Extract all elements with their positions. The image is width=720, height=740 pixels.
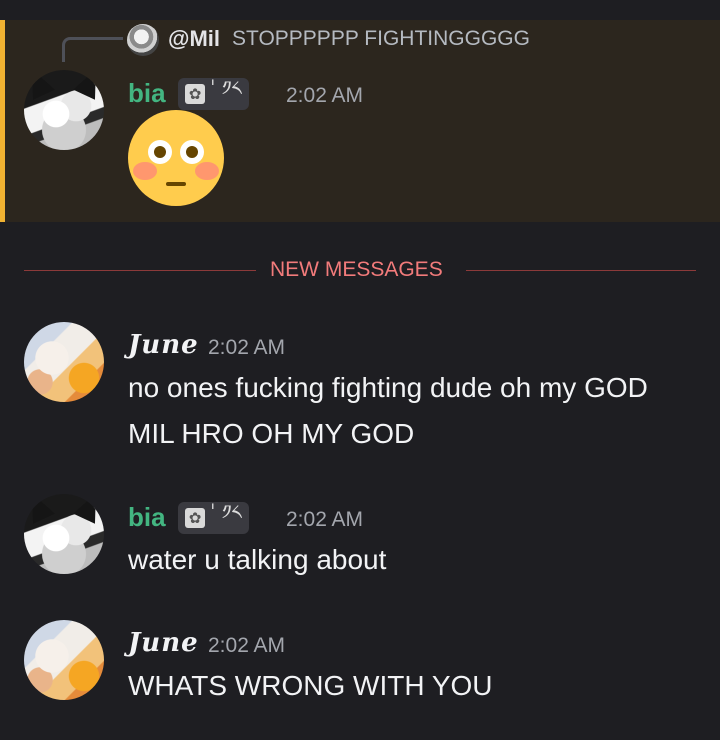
- avatar[interactable]: [24, 322, 104, 402]
- message-timestamp[interactable]: 2:02 AM: [208, 336, 285, 360]
- reply-avatar[interactable]: [127, 24, 159, 56]
- chat-view: @Mil STOPPPPPP FIGHTINGGGGG bia ✿ ˈ ༡༨ 2…: [0, 0, 720, 740]
- divider-line: [24, 270, 256, 271]
- user-tag[interactable]: ✿ ˈ ༡༨: [178, 500, 249, 534]
- message-text: WHATS WRONG WITH YOU: [128, 670, 493, 701]
- message-author[interactable]: June: [128, 628, 199, 658]
- flower-icon: ✿: [185, 84, 205, 104]
- avatar[interactable]: [24, 494, 104, 574]
- reply-author[interactable]: @Mil: [168, 26, 220, 52]
- user-tag[interactable]: ✿ ˈ ༡༨: [178, 76, 249, 110]
- divider-line: [466, 270, 696, 271]
- message-timestamp[interactable]: 2:02 AM: [286, 84, 363, 108]
- message-timestamp[interactable]: 2:02 AM: [208, 634, 285, 658]
- message-author[interactable]: bia: [128, 502, 166, 533]
- avatar[interactable]: [24, 620, 104, 700]
- message-text: no ones fucking fighting dude oh my GOD: [128, 372, 648, 403]
- message-text: MIL HRO OH MY GOD: [128, 418, 415, 449]
- user-tag-text: ˈ ༡༨: [210, 76, 242, 100]
- new-messages-label: NEW MESSAGES: [270, 258, 443, 281]
- user-tag-text: ˈ ༡༨: [210, 500, 242, 524]
- new-messages-divider: NEW MESSAGES: [24, 250, 696, 292]
- reply-connector: [62, 37, 123, 62]
- message-text: water u talking about: [128, 544, 387, 575]
- message-author[interactable]: June: [128, 330, 199, 360]
- avatar[interactable]: [24, 70, 104, 150]
- flower-icon: ✿: [185, 508, 205, 528]
- reply-preview-text[interactable]: STOPPPPPP FIGHTINGGGGG: [232, 27, 530, 51]
- message-timestamp[interactable]: 2:02 AM: [286, 508, 363, 532]
- flushed-face-emoji[interactable]: [128, 110, 224, 206]
- mention-highlight-bar: [0, 20, 5, 222]
- message-author[interactable]: bia: [128, 78, 166, 109]
